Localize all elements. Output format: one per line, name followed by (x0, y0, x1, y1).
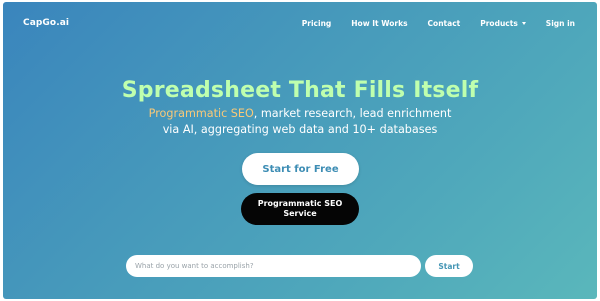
nav-link-sign-in[interactable]: Sign in (546, 19, 575, 28)
page: CapGo.ai Pricing How It Works Contact Pr… (0, 0, 600, 301)
nav-link-pricing[interactable]: Pricing (302, 19, 332, 28)
nav-link-contact[interactable]: Contact (428, 19, 461, 28)
nav-link-label: Sign in (545, 19, 575, 28)
nav-link-label: Pricing (301, 19, 332, 28)
nav-link-label: How It Works (351, 19, 408, 28)
logo[interactable]: CapGo.ai (23, 18, 69, 28)
search-start-button[interactable]: Start (425, 255, 473, 277)
hero-subline-rest: , market research, lead enrichment (253, 107, 452, 120)
hero-headline: Spreadsheet That Fills Itself (121, 78, 479, 103)
start-for-free-button[interactable]: Start for Free (242, 153, 359, 185)
top-nav: CapGo.ai Pricing How It Works Contact Pr… (3, 2, 597, 46)
nav-links: Pricing How It Works Contact Products Si… (282, 19, 575, 28)
nav-link-how-it-works[interactable]: How It Works (351, 19, 407, 28)
nav-link-label: Products (480, 19, 518, 28)
nav-dropdown-products[interactable]: Products (480, 19, 526, 28)
goal-search-input[interactable] (126, 255, 421, 277)
programmatic-seo-service-button[interactable]: Programmatic SEO Service (241, 193, 359, 225)
nav-link-label: Contact (427, 19, 461, 28)
hero-subline-1: Programmatic SEO, market research, lead … (3, 106, 597, 122)
hero-section: CapGo.ai Pricing How It Works Contact Pr… (3, 2, 597, 299)
hero-subline-2: via AI, aggregating web data and 10+ dat… (162, 123, 438, 136)
chevron-down-icon (521, 22, 526, 25)
hero-subline-highlight: Programmatic SEO (148, 107, 254, 120)
